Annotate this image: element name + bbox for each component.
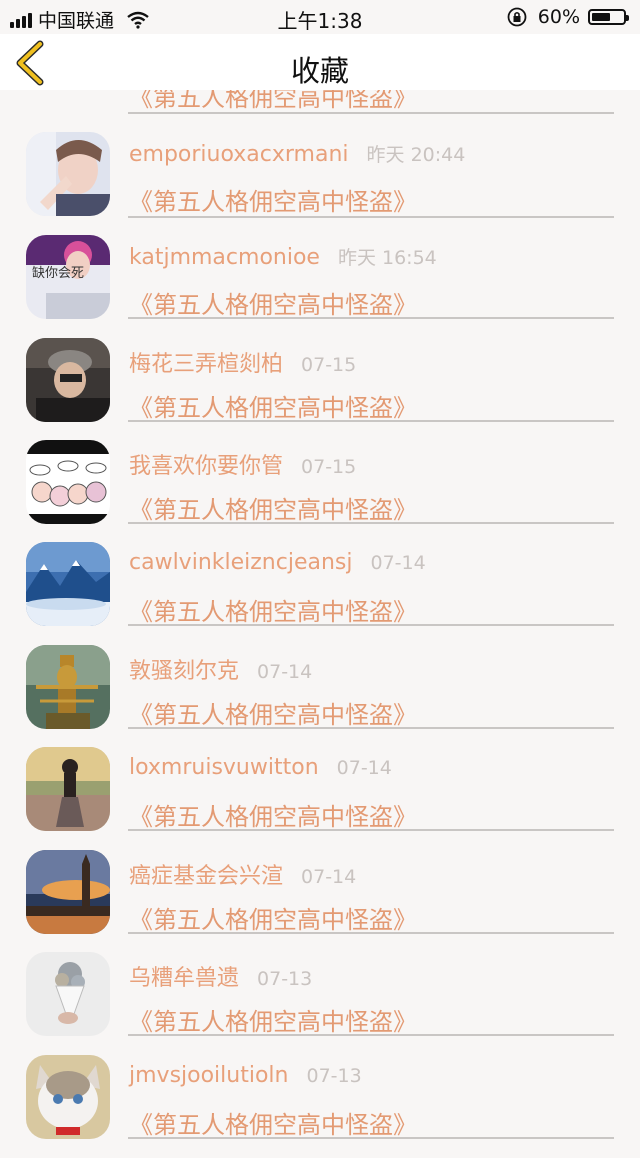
collection-title[interactable]: 《第五人格佣空高中怪盗》 xyxy=(129,285,417,320)
rotation-lock-icon xyxy=(507,7,527,27)
snow-mountain-icon xyxy=(26,542,110,626)
avatar[interactable] xyxy=(26,440,110,524)
list-item[interactable]: emporiuoxacxrmani 昨天 20:44 《第五人格佣空高中怪盗》 xyxy=(0,132,640,235)
timestamp: 昨天 20:44 xyxy=(366,144,466,166)
collection-title[interactable]: 《第五人格佣空高中怪盗》 xyxy=(129,182,417,217)
timestamp: 07-14 xyxy=(301,866,357,888)
timestamp: 昨天 16:54 xyxy=(337,247,437,269)
collection-title[interactable]: 《第五人格佣空高中怪盗》 xyxy=(129,797,417,832)
list-item[interactable]: 乌糟牟兽遗 07-13 《第五人格佣空高中怪盗》 xyxy=(0,952,640,1055)
collection-title[interactable]: 《第五人格佣空高中怪盗》 xyxy=(129,388,417,423)
list-item[interactable]: 缺你会死 katjmmacmonioe 昨天 16:54 《第五人格佣空高中怪盗》 xyxy=(0,235,640,338)
collection-title[interactable]: 《第五人格佣空高中怪盗》 xyxy=(129,1002,417,1037)
user-name[interactable]: 癌症基金会兴渲 xyxy=(129,864,283,889)
collection-title[interactable]: 《第五人格佣空高中怪盗》 xyxy=(129,592,417,627)
favorites-list: 《第五人格佣空高中怪盗》 emporiuoxacxrmani 昨天 20:44 《… xyxy=(0,0,640,1139)
user-name[interactable]: 我喜欢你要你管 xyxy=(129,454,283,479)
divider xyxy=(128,1034,614,1036)
list-item[interactable]: loxmruisvuwitton 07-14 《第五人格佣空高中怪盗》 xyxy=(0,747,640,850)
avatar[interactable] xyxy=(26,338,110,422)
user-name[interactable]: 梅花三弄楦剡柏 xyxy=(129,352,283,377)
avatar[interactable]: 缺你会死 xyxy=(26,235,110,319)
list-item[interactable]: cawlvinkleizncjeansj 07-14 《第五人格佣空高中怪盗》 xyxy=(0,542,640,645)
user-name[interactable]: emporiuoxacxrmani xyxy=(129,142,349,167)
avatar[interactable] xyxy=(26,850,110,934)
list-item[interactable]: 我喜欢你要你管 07-15 《第五人格佣空高中怪盗》 xyxy=(0,440,640,543)
avatar[interactable] xyxy=(26,542,110,626)
divider xyxy=(128,624,614,626)
user-name[interactable]: 敦骚刻尔克 xyxy=(129,659,239,684)
nav-bar: 收藏 xyxy=(0,34,640,90)
divider xyxy=(128,420,614,422)
user-name[interactable]: cawlvinkleizncjeansj xyxy=(129,550,353,575)
timestamp: 07-13 xyxy=(257,968,313,990)
user-name[interactable]: 乌糟牟兽遗 xyxy=(129,966,239,991)
deity-statue-icon xyxy=(26,645,110,729)
timestamp: 07-13 xyxy=(306,1065,362,1087)
avatar[interactable] xyxy=(26,1055,110,1139)
divider xyxy=(128,829,614,831)
timestamp: 07-15 xyxy=(301,354,357,376)
timestamp: 07-14 xyxy=(336,757,392,779)
collection-title[interactable]: 《第五人格佣空高中怪盗》 xyxy=(129,490,417,525)
cap-man-icon xyxy=(26,338,110,422)
battery-fill xyxy=(592,13,610,21)
divider xyxy=(128,112,614,114)
user-name[interactable]: jmvsjooilutioln xyxy=(129,1063,288,1088)
divider xyxy=(128,317,614,319)
divider xyxy=(128,216,614,218)
girl-text-icon: 缺你会死 xyxy=(26,235,110,319)
battery-percent: 60% xyxy=(537,6,580,28)
divider xyxy=(128,727,614,729)
timestamp: 07-14 xyxy=(370,552,426,574)
avatar[interactable] xyxy=(26,132,110,216)
list-item[interactable]: 癌症基金会兴渲 07-14 《第五人格佣空高中怪盗》 xyxy=(0,850,640,953)
list-item[interactable]: 敦骚刻尔克 07-14 《第五人格佣空高中怪盗》 xyxy=(0,645,640,748)
cat-icon xyxy=(26,1055,110,1139)
collection-title[interactable]: 《第五人格佣空高中怪盗》 xyxy=(129,900,417,935)
user-name[interactable]: katjmmacmonioe xyxy=(129,245,320,270)
divider xyxy=(128,522,614,524)
avatar[interactable] xyxy=(26,747,110,831)
page-title: 收藏 xyxy=(290,54,349,88)
cartoon-group-icon xyxy=(26,440,110,524)
status-bar: 中国联通 上午1:38 60% xyxy=(0,0,640,34)
timestamp: 07-15 xyxy=(301,456,357,478)
avatar[interactable] xyxy=(26,645,110,729)
big-ben-icon xyxy=(26,850,110,934)
list-item[interactable]: 梅花三弄楦剡柏 07-15 《第五人格佣空高中怪盗》 xyxy=(0,338,640,441)
portrait-icon xyxy=(26,132,110,216)
divider xyxy=(128,932,614,934)
avatar[interactable] xyxy=(26,952,110,1036)
collection-title[interactable]: 《第五人格佣空高中怪盗》 xyxy=(129,695,417,730)
field-girl-icon xyxy=(26,747,110,831)
bouquet-icon xyxy=(26,952,110,1036)
avatar-text: 缺你会死 xyxy=(32,266,84,281)
user-name[interactable]: loxmruisvuwitton xyxy=(129,755,319,780)
battery-icon xyxy=(588,9,629,25)
collection-title[interactable]: 《第五人格佣空高中怪盗》 xyxy=(129,1105,417,1140)
list-item[interactable]: jmvsjooilutioln 07-13 《第五人格佣空高中怪盗》 xyxy=(0,1055,640,1158)
timestamp: 07-14 xyxy=(257,661,313,683)
